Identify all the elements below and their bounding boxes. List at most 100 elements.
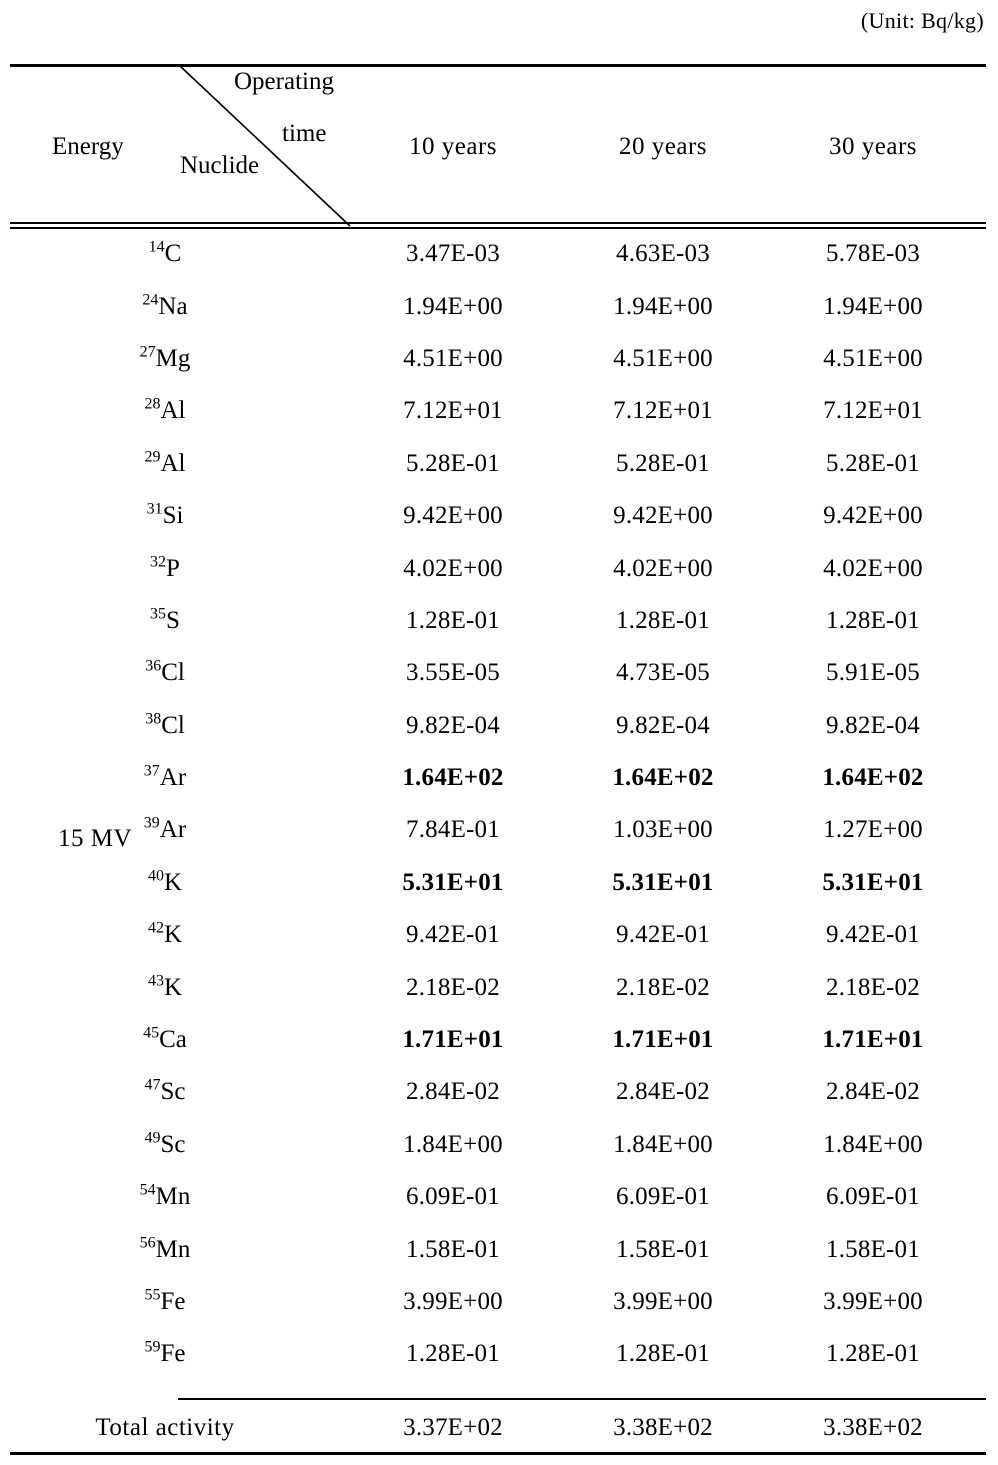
nuclide-cell: 45Ca: [0, 1024, 348, 1054]
nuclide-element-symbol: Ca: [159, 1026, 187, 1054]
activity-value-20-years: 1.64E+02: [612, 764, 714, 792]
nuclide-mass-number: 27: [139, 343, 156, 361]
nuclide-mass-number: 29: [144, 448, 161, 466]
table-row: 24Na 1.94E+00 1.94E+00 1.94E+00: [0, 280, 998, 332]
nuclide-mass-number: 36: [145, 657, 162, 675]
nuclide-mass-number: 45: [143, 1024, 160, 1042]
activity-value-30-years: 1.64E+02: [822, 764, 924, 792]
activity-value-20-years: 9.42E+00: [613, 502, 713, 530]
table-row: 45Ca 1.71E+01 1.71E+01 1.71E+01: [0, 1014, 998, 1066]
table-bottom-rule: [10, 1452, 986, 1455]
header-time-label: time: [282, 120, 327, 147]
nuclide-cell: 40K: [0, 868, 348, 897]
nuclide-cell: 42K: [0, 919, 348, 949]
activity-value-20-years: 9.42E-01: [616, 921, 710, 949]
total-value-30-years: 3.38E+02: [823, 1414, 923, 1441]
header-nuclide-label: Nuclide: [180, 152, 260, 179]
nuclide-mass-number: 42: [147, 919, 164, 937]
table-row: 37Ar 1.64E+02 1.64E+02 1.64E+02: [0, 752, 998, 804]
activity-value-30-years: 1.28E-01: [826, 606, 920, 634]
activity-value-10-years: 9.42E+00: [403, 502, 503, 530]
activity-value-30-years: 1.58E-01: [826, 1235, 920, 1263]
nuclide-cell: 27Mg: [0, 343, 348, 373]
activity-value-10-years: 4.02E+00: [403, 554, 503, 582]
activity-value-10-years: 1.28E-01: [406, 1340, 500, 1368]
nuclide-element-symbol: Fe: [160, 1288, 186, 1315]
table-row: 38Cl 9.82E-04 9.82E-04 9.82E-04: [0, 700, 998, 752]
nuclide-cell: 54Mn: [0, 1181, 348, 1211]
nuclide-cell: 31Si: [0, 500, 348, 530]
activity-value-20-years: 1.84E+00: [613, 1130, 713, 1158]
activity-value-20-years: 4.63E-03: [616, 240, 710, 268]
table-row: 40K 5.31E+01 5.31E+01 5.31E+01: [0, 857, 998, 909]
nuclide-element-symbol: Al: [160, 397, 186, 425]
nuclide-cell: 24Na: [0, 291, 348, 321]
activity-value-30-years: 9.82E-04: [826, 711, 920, 739]
nuclide-mass-number: 31: [146, 500, 163, 518]
nuclide-cell: 37Ar: [0, 762, 348, 792]
header-energy-label: Energy: [52, 133, 124, 160]
nuclide-mass-number: 39: [143, 815, 160, 833]
activity-value-20-years: 3.99E+00: [613, 1288, 713, 1315]
nuclide-element-symbol: Sc: [160, 1078, 186, 1106]
nuclide-element-symbol: Ar: [159, 816, 187, 844]
activity-value-20-years: 1.03E+00: [613, 816, 713, 844]
nuclide-mass-number: 59: [144, 1339, 161, 1357]
nuclide-mass-number: 38: [145, 710, 162, 728]
table-row: 49Sc 1.84E+00 1.84E+00 1.84E+00: [0, 1119, 998, 1171]
activity-value-20-years: 2.18E-02: [616, 973, 710, 1001]
nuclide-element-symbol: Mg: [155, 344, 191, 372]
total-value-10-years: 3.37E+02: [403, 1414, 503, 1441]
activity-value-10-years: 6.09E-01: [406, 1183, 500, 1211]
activity-value-30-years: 2.84E-02: [826, 1078, 920, 1106]
nuclide-cell: 35S: [0, 606, 348, 635]
nuclide-cell: 36Cl: [0, 657, 348, 687]
nuclide-element-symbol: P: [166, 554, 180, 582]
nuclide-element-symbol: Fe: [160, 1340, 186, 1368]
nuclide-element-symbol: Mn: [155, 1183, 191, 1211]
table-row: 27Mg 4.51E+00 4.51E+00 4.51E+00: [0, 333, 998, 385]
table-row: 56Mn 1.58E-01 1.58E-01 1.58E-01: [0, 1223, 998, 1275]
nuclide-mass-number: 24: [142, 291, 159, 309]
activity-value-20-years: 1.94E+00: [613, 292, 713, 320]
table-row: 59Fe 1.28E-01 1.28E-01 1.28E-01: [0, 1328, 998, 1380]
total-activity-row: Total activity 3.37E+02 3.38E+02 3.38E+0…: [0, 1404, 998, 1452]
nuclide-mass-number: 55: [144, 1286, 161, 1304]
activity-value-10-years: 5.31E+01: [402, 868, 504, 896]
activity-value-30-years: 4.02E+00: [823, 554, 923, 582]
nuclide-cell: 38Cl: [0, 710, 348, 740]
activity-value-20-years: 5.28E-01: [616, 449, 710, 477]
activity-value-30-years: 1.94E+00: [823, 292, 923, 320]
activity-value-10-years: 1.58E-01: [406, 1235, 500, 1263]
table-row: 14C 3.47E-03 4.63E-03 5.78E-03: [0, 228, 998, 280]
activity-value-10-years: 9.42E-01: [406, 921, 500, 949]
activity-value-20-years: 1.58E-01: [616, 1235, 710, 1263]
activity-value-20-years: 7.12E+01: [613, 397, 713, 425]
nuclide-element-symbol: Sc: [160, 1130, 186, 1158]
nuclide-cell: 29Al: [0, 448, 348, 478]
activity-value-30-years: 6.09E-01: [826, 1183, 920, 1211]
activity-value-20-years: 5.31E+01: [612, 868, 714, 896]
nuclide-element-symbol: K: [163, 973, 183, 1001]
nuclide-mass-number: 37: [143, 762, 160, 780]
table-row: 36Cl 3.55E-05 4.73E-05 5.91E-05: [0, 647, 998, 699]
nuclide-element-symbol: Al: [160, 449, 186, 477]
total-separator-rule: [178, 1398, 986, 1400]
table-row: 31Si 9.42E+00 9.42E+00 9.42E+00: [0, 490, 998, 542]
table-row: 42K 9.42E-01 9.42E-01 9.42E-01: [0, 909, 998, 961]
nuclide-mass-number: 49: [144, 1129, 161, 1147]
nuclide-mass-number: 14: [148, 238, 165, 256]
activity-value-30-years: 5.91E-05: [826, 659, 920, 687]
nuclide-element-symbol: Si: [162, 502, 184, 530]
table-row: 32P 4.02E+00 4.02E+00 4.02E+00: [0, 542, 998, 594]
activity-value-30-years: 4.51E+00: [823, 344, 923, 372]
table-row: 54Mn 6.09E-01 6.09E-01 6.09E-01: [0, 1171, 998, 1223]
activity-value-10-years: 9.82E-04: [406, 711, 500, 739]
activity-value-30-years: 1.84E+00: [823, 1130, 923, 1158]
activity-value-30-years: 5.28E-01: [826, 449, 920, 477]
nuclide-cell: 47Sc: [0, 1078, 348, 1106]
nuclide-element-symbol: Cl: [161, 711, 185, 739]
nuclide-mass-number: 54: [139, 1181, 156, 1199]
nuclide-cell: 49Sc: [0, 1129, 348, 1159]
table-row: 35S 1.28E-01 1.28E-01 1.28E-01: [0, 595, 998, 647]
